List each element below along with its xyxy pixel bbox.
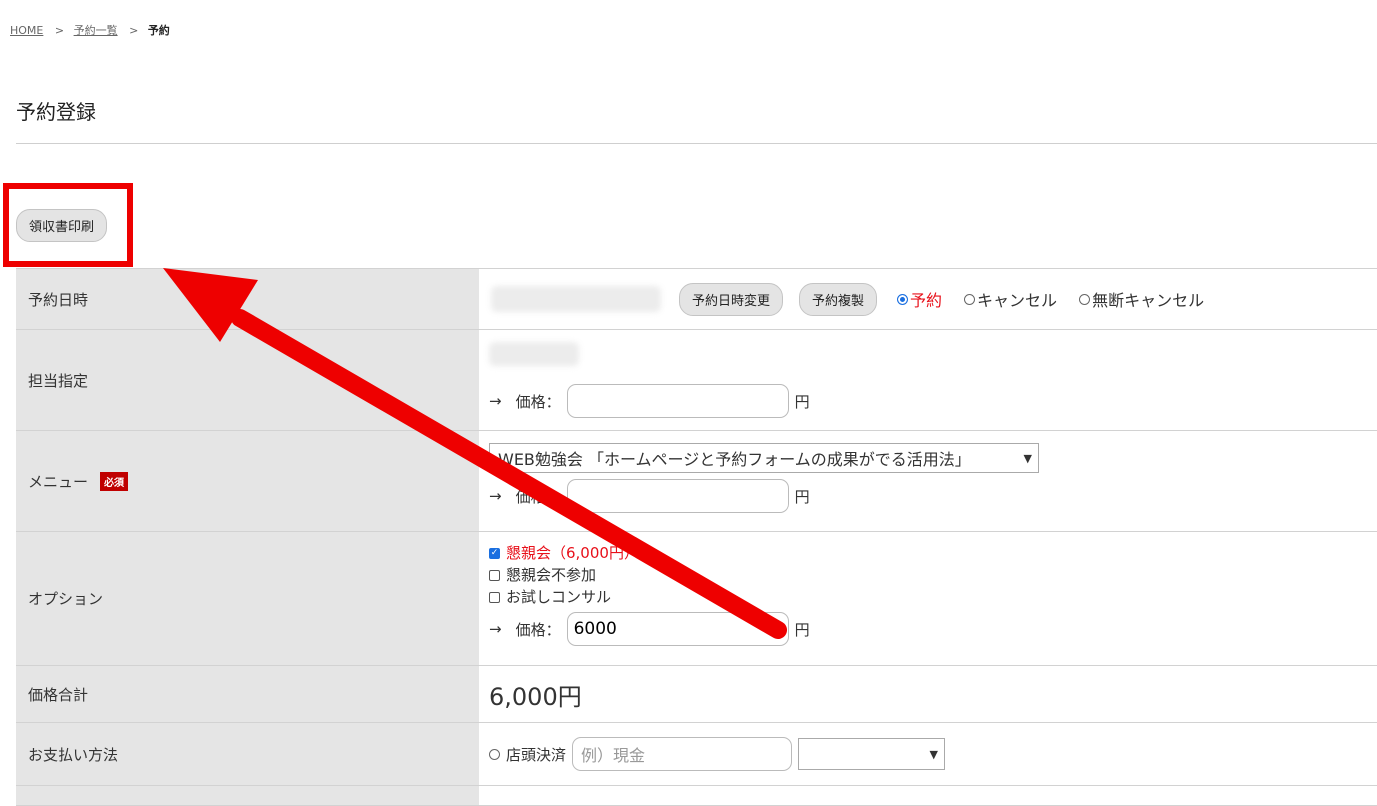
status-radio-reserved[interactable]: 予約 (897, 287, 942, 311)
staff-label: 担当指定 (16, 330, 479, 430)
next-row-label (16, 786, 479, 805)
breadcrumb: HOME > 予約一覧 > 予約 (10, 22, 170, 38)
title-divider (16, 143, 1377, 144)
options-label: オプション (16, 532, 479, 665)
checkbox-icon (489, 591, 500, 603)
total-field: 6,000円 (479, 666, 1377, 722)
menu-label-cell: メニュー 必須 (16, 431, 479, 531)
options-price-line: → 価格： 円 (489, 612, 1367, 646)
row-menu: メニュー 必須 WEB勉強会 「ホームページと予約フォームの成果がでる活用法」 … (16, 431, 1377, 532)
payment-radio-icon[interactable] (489, 748, 500, 760)
status-radio-cancel[interactable]: キャンセル (964, 287, 1057, 311)
breadcrumb-separator: > (129, 24, 139, 37)
breadcrumb-reservation-list-link[interactable]: 予約一覧 (74, 24, 118, 37)
option-checkbox-no-party[interactable]: 懇親会不参加 (489, 564, 1367, 586)
breadcrumb-separator: > (54, 24, 65, 37)
menu-selected-value: WEB勉強会 「ホームページと予約フォームの成果がでる活用法」 (498, 450, 971, 469)
payment-option-label: 店頭決済 (506, 745, 567, 764)
row-staff: 担当指定 → 価格： 円 (16, 330, 1377, 431)
payment-method-select[interactable]: ▼ (798, 738, 946, 770)
arrow-icon: → (489, 620, 502, 638)
row-payment: お支払い方法 店頭決済 例）現金 ▼ (16, 723, 1377, 786)
menu-label: メニュー (28, 472, 89, 491)
datetime-label: 予約日時 (16, 269, 479, 329)
price-label: 価格： (515, 620, 561, 639)
radio-icon (1079, 293, 1091, 305)
highlight-box (3, 183, 133, 267)
duplicate-reservation-button[interactable]: 予約複製 (799, 282, 878, 316)
status-option-label: 予約 (910, 291, 943, 310)
total-label: 価格合計 (16, 666, 479, 722)
checkbox-icon (489, 569, 500, 581)
menu-price-input[interactable] (566, 479, 789, 513)
breadcrumb-current: 予約 (147, 24, 170, 37)
yen-label: 円 (794, 620, 810, 639)
breadcrumb-home-link[interactable]: HOME (10, 24, 43, 37)
row-options: オプション ✓ 懇親会（6,000円） 懇親会不参加 お試しコンサル → 価格：… (16, 532, 1377, 666)
staff-value-blurred (489, 342, 579, 366)
payment-field: 店頭決済 例）現金 ▼ (479, 723, 1377, 785)
radio-icon (964, 293, 976, 305)
options-field: ✓ 懇親会（6,000円） 懇親会不参加 お試しコンサル → 価格： 円 (479, 532, 1377, 665)
arrow-icon: → (489, 392, 502, 410)
price-label: 価格： (515, 487, 561, 506)
checkbox-checked-icon: ✓ (489, 547, 500, 559)
option-label: お試しコンサル (506, 588, 612, 606)
price-label: 価格： (515, 392, 561, 411)
datetime-field: 予約日時変更 予約複製 予約 キャンセル 無断キャンセル (479, 269, 1377, 329)
datetime-value-blurred (491, 286, 661, 312)
total-price: 6,000円 (489, 682, 582, 711)
radio-selected-icon (897, 293, 909, 305)
menu-select[interactable]: WEB勉強会 「ホームページと予約フォームの成果がでる活用法」 ▼ (489, 443, 1039, 473)
row-next-partial (16, 786, 1377, 806)
next-row-field (479, 786, 1377, 805)
status-option-label: キャンセル (977, 291, 1058, 310)
options-price-input[interactable] (566, 612, 789, 646)
yen-label: 円 (794, 487, 810, 506)
status-option-label: 無断キャンセル (1092, 291, 1205, 310)
arrow-icon: → (489, 487, 502, 505)
staff-price-input[interactable] (566, 384, 789, 418)
page-title: 予約登録 (16, 100, 96, 124)
option-checkbox-trial-consult[interactable]: お試しコンサル (489, 586, 1367, 608)
option-label: 懇親会（6,000円） (506, 544, 639, 562)
menu-field: WEB勉強会 「ホームページと予約フォームの成果がでる活用法」 ▼ → 価格： … (479, 431, 1377, 531)
chevron-down-icon: ▼ (929, 747, 939, 761)
payment-method-input[interactable]: 例）現金 (572, 737, 793, 771)
change-datetime-button[interactable]: 予約日時変更 (679, 282, 784, 316)
status-radio-no-show[interactable]: 無断キャンセル (1079, 287, 1204, 311)
chevron-down-icon: ▼ (1023, 451, 1032, 465)
yen-label: 円 (794, 392, 810, 411)
status-radio-group: 予約 キャンセル 無断キャンセル (897, 287, 1204, 311)
menu-price-line: → 価格： 円 (489, 479, 1367, 513)
row-datetime: 予約日時 予約日時変更 予約複製 予約 キャンセル 無断キャンセル (16, 269, 1377, 330)
row-total: 価格合計 6,000円 (16, 666, 1377, 723)
staff-field: → 価格： 円 (479, 330, 1377, 430)
option-label: 懇親会不参加 (506, 566, 597, 584)
option-checkbox-party[interactable]: ✓ 懇親会（6,000円） (489, 542, 1367, 564)
staff-price-line: → 価格： 円 (489, 384, 1367, 418)
required-badge: 必須 (100, 471, 129, 491)
payment-label: お支払い方法 (16, 723, 479, 785)
reservation-form-table: 予約日時 予約日時変更 予約複製 予約 キャンセル 無断キャンセル 担当指定 →… (16, 268, 1377, 806)
